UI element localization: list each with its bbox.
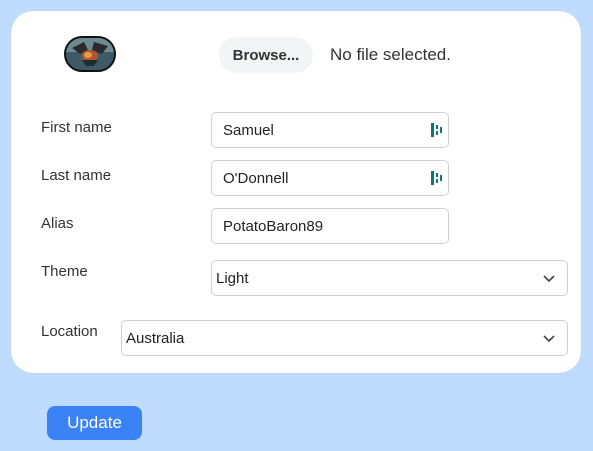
dragon-avatar-image — [66, 38, 114, 70]
location-label: Location — [41, 323, 98, 340]
avatar — [64, 36, 116, 72]
theme-select-value: Light — [216, 270, 249, 287]
alias-field[interactable] — [211, 208, 449, 244]
update-button[interactable]: Update — [47, 406, 142, 440]
location-select[interactable]: Australia — [121, 320, 568, 356]
autofill-key-icon[interactable] — [430, 170, 444, 186]
first-name-label: First name — [41, 119, 112, 136]
chevron-down-icon — [543, 275, 555, 283]
theme-select[interactable]: Light — [211, 260, 568, 296]
last-name-field[interactable] — [211, 160, 449, 196]
theme-label: Theme — [41, 263, 88, 280]
location-select-value: Australia — [126, 330, 185, 347]
autofill-key-icon[interactable] — [430, 122, 444, 138]
chevron-down-icon — [543, 335, 555, 343]
last-name-label: Last name — [41, 167, 112, 184]
first-name-field[interactable] — [211, 112, 449, 148]
file-status-text: No file selected. — [330, 45, 451, 64]
alias-label: Alias — [41, 215, 74, 232]
browse-button[interactable]: Browse... — [219, 37, 313, 73]
